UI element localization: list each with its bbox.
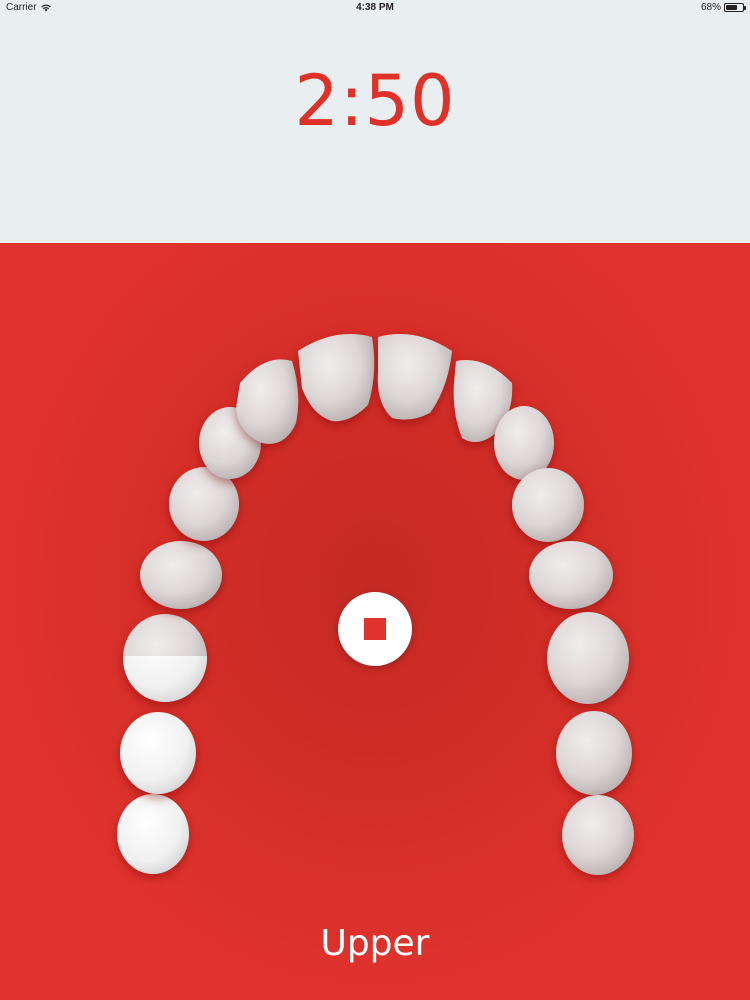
battery-icon — [724, 3, 746, 12]
tooth-left-molar-3 — [117, 794, 189, 874]
tooth-left-lateral-incisor — [236, 359, 299, 444]
battery-percent: 68% — [700, 2, 721, 13]
tooth-left-premolar-2 — [140, 541, 222, 609]
tooth-right-premolar-1 — [512, 468, 584, 542]
battery-indicator: 68% — [700, 2, 746, 13]
tooth-right-molar-1 — [547, 612, 629, 704]
tooth-right-central-incisor — [377, 334, 452, 420]
tooth-left-central-incisor — [298, 334, 375, 422]
stop-button[interactable] — [338, 592, 412, 666]
status-time: 4:38 PM — [356, 2, 394, 13]
mouth-panel: Upper — [0, 243, 750, 1000]
tooth-right-molar-2 — [556, 711, 632, 795]
battery-fill — [726, 5, 737, 10]
tooth-right-molar-3 — [562, 795, 634, 875]
tooth-left-molar-2 — [120, 712, 196, 794]
arch-label: Upper — [320, 923, 430, 964]
tooth-left-molar-1 — [123, 614, 207, 702]
timer-panel: 2:50 — [0, 16, 750, 243]
status-bar: Carrier 4:38 PM 68% — [0, 0, 750, 16]
stop-icon — [364, 618, 386, 640]
countdown-timer: 2:50 — [294, 60, 456, 142]
tooth-right-premolar-2 — [529, 541, 613, 609]
